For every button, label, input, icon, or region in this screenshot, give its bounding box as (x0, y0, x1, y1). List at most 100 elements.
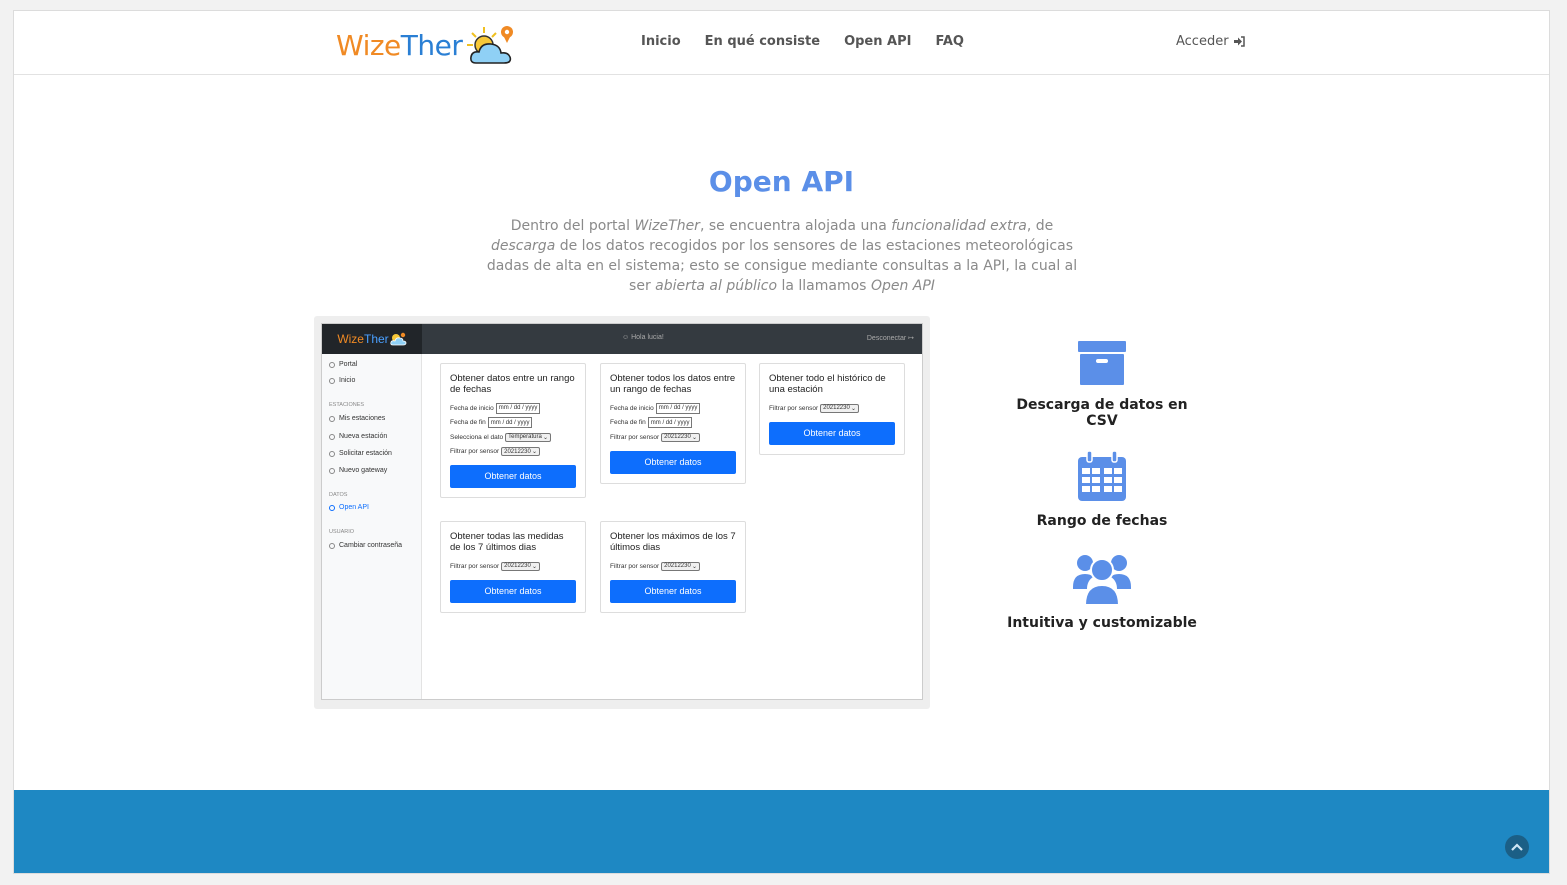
sidebar-item-inicio: Inicio (329, 377, 355, 384)
field-label: Filtrar por sensor (610, 433, 660, 441)
field-label: Fecha de inicio (450, 404, 494, 412)
field-label: Filtrar por sensor (769, 404, 819, 412)
back-to-top-button[interactable] (1505, 835, 1529, 859)
form-row: Filtrar por sensor 20212230 ⌄ (450, 445, 576, 460)
date-input: mm / dd / yyyy (487, 417, 533, 429)
form-row: Filtrar por sensor 20212230 ⌄ (450, 559, 576, 574)
nav-faq[interactable]: FAQ (935, 34, 964, 49)
select-value: Temperatura (508, 434, 542, 441)
get-data-button: Obtener datos (769, 421, 895, 445)
browser-viewport: Wize Ther Inicio En qué consiste Open AP… (13, 10, 1550, 874)
sidebar-item-label: Solicitar estación (339, 450, 392, 457)
app-logout-text: Desconectar (866, 335, 907, 342)
get-data-button: Obtener datos (450, 579, 576, 603)
api-card: Obtener todos los datos entre un rango d… (600, 363, 746, 484)
sidebar-heading-usuario: USUARIO (329, 529, 355, 535)
sidebar-heading-datos: DATOS (329, 492, 348, 498)
sidebar-item-mis-estaciones: Mis estaciones (329, 415, 385, 422)
select-value: 20212230 (504, 448, 531, 455)
return-icon (329, 377, 335, 384)
form-row: Filtrar por sensor 20212230 ⌄ (769, 401, 895, 416)
sensor-select: 20212230 ⌄ (820, 403, 860, 413)
sidebar-item-open-api: Open API (329, 504, 369, 511)
brand-logo[interactable]: Wize Ther (336, 23, 522, 67)
card-title: Obtener datos entre un rango de fechas (450, 373, 575, 395)
feature-label: Descarga de datos en CSV (1016, 397, 1188, 429)
get-data-button: Obtener datos (610, 450, 736, 474)
login-label: Acceder (1176, 34, 1229, 49)
navbar: Wize Ther Inicio En qué consiste Open AP… (14, 11, 1549, 75)
feature-label: Intuitiva y customizable (1007, 615, 1197, 631)
intro-text: , se encuentra alojada una (699, 218, 892, 234)
field-label: Filtrar por sensor (450, 562, 500, 570)
cloud-icon (329, 433, 335, 440)
intro-emphasis: descarga (490, 238, 556, 254)
sensor-select: 20212230 ⌄ (661, 432, 701, 442)
card-title: Obtener todas las medidas de los 7 últim… (450, 531, 564, 553)
nav-inicio[interactable]: Inicio (641, 34, 681, 49)
intro-text: , de (1026, 218, 1054, 234)
brand-name-part1: Wize (336, 28, 401, 62)
sidebar-item-nuevo-gateway: Nuevo gateway (329, 467, 387, 474)
nav-open-api[interactable]: Open API (844, 34, 911, 49)
intro-text: la llamamos (777, 278, 871, 294)
sensor-select: 20212230 ⌄ (661, 561, 701, 571)
form-row: Selecciona el dato Temperatura ⌄ (450, 430, 576, 445)
app-greeting-text: Hola lucia! (631, 334, 664, 341)
form-row: Fecha de inicio mm / dd / yyyy (450, 401, 576, 416)
send-icon (329, 450, 335, 457)
lock-icon (329, 542, 335, 549)
section-title: Open API (708, 165, 855, 198)
data-select: Temperatura ⌄ (505, 432, 552, 442)
field-label: Fecha de inicio (610, 404, 654, 412)
intro-emphasis: Open API (870, 278, 935, 294)
archive-icon (1078, 341, 1126, 385)
weather-logo-icon (390, 332, 407, 346)
field-label: Filtrar por sensor (610, 562, 660, 570)
api-card: Obtener todas las medidas de los 7 últim… (440, 521, 586, 613)
sidebar-item-label: Cambiar contraseña (339, 542, 403, 549)
logout-icon: ↦ (908, 335, 914, 342)
app-brand-part2: Ther (363, 332, 389, 346)
api-card: Obtener datos entre un rango de fechas F… (440, 363, 586, 498)
users-icon (1073, 555, 1131, 606)
nav-en-que-consiste[interactable]: En qué consiste (705, 34, 820, 49)
intro-emphasis: funcionalidad extra (891, 218, 1027, 234)
sidebar-item-label: Inicio (339, 377, 356, 384)
card-title: Obtener todos los datos entre un rango d… (610, 373, 736, 395)
feature-csv: Descarga de datos en CSV (999, 341, 1205, 429)
api-card: Obtener los máximos de los 7 últimos dia… (600, 521, 746, 613)
select-value: 20212230 (664, 563, 691, 570)
form-row: Fecha de fin mm / dd / yyyy (610, 416, 736, 431)
sensor-select: 20212230 ⌄ (501, 447, 541, 457)
feature-label: Rango de fechas (1036, 513, 1168, 529)
gateway-icon (329, 467, 335, 474)
field-label: Fecha de fin (610, 419, 646, 427)
form-row: Filtrar por sensor 20212230 ⌄ (610, 559, 736, 574)
chevron-up-icon (1511, 843, 1523, 851)
brand-name-part2: Ther (400, 28, 463, 62)
printer-icon (329, 504, 335, 511)
sidebar-item-label: Open API (339, 504, 369, 511)
user-icon: ☺ (622, 334, 630, 341)
field-label: Fecha de fin (450, 419, 486, 427)
home-icon (329, 361, 335, 368)
get-data-button: Obtener datos (450, 465, 576, 488)
sign-in-icon (1233, 36, 1245, 47)
field-label: Selecciona el dato (450, 433, 504, 441)
date-input: mm / dd / yyyy (647, 417, 693, 429)
sidebar-item-label: Portal (339, 361, 358, 368)
intro-emphasis: WizeTher (634, 218, 700, 234)
footer (14, 790, 1549, 873)
login-link[interactable]: Acceder (1176, 34, 1245, 49)
feature-customizable: Intuitiva y customizable (999, 553, 1205, 631)
card-title: Obtener todo el histórico de una estació… (769, 373, 886, 395)
sidebar-item-portal: Portal (329, 361, 357, 368)
calendar-icon (1078, 450, 1126, 501)
sidebar-item-nueva-estacion: Nueva estación (329, 433, 387, 440)
form-row: Fecha de fin mm / dd / yyyy (450, 416, 576, 431)
intro-emphasis: abierta al público (655, 278, 778, 294)
form-row: Fecha de inicio mm / dd / yyyy (610, 401, 736, 416)
sidebar-heading-estaciones: ESTACIONES (329, 402, 365, 408)
app-sidebar: Portal Inicio ESTACIONES Mis estaciones … (322, 354, 422, 699)
